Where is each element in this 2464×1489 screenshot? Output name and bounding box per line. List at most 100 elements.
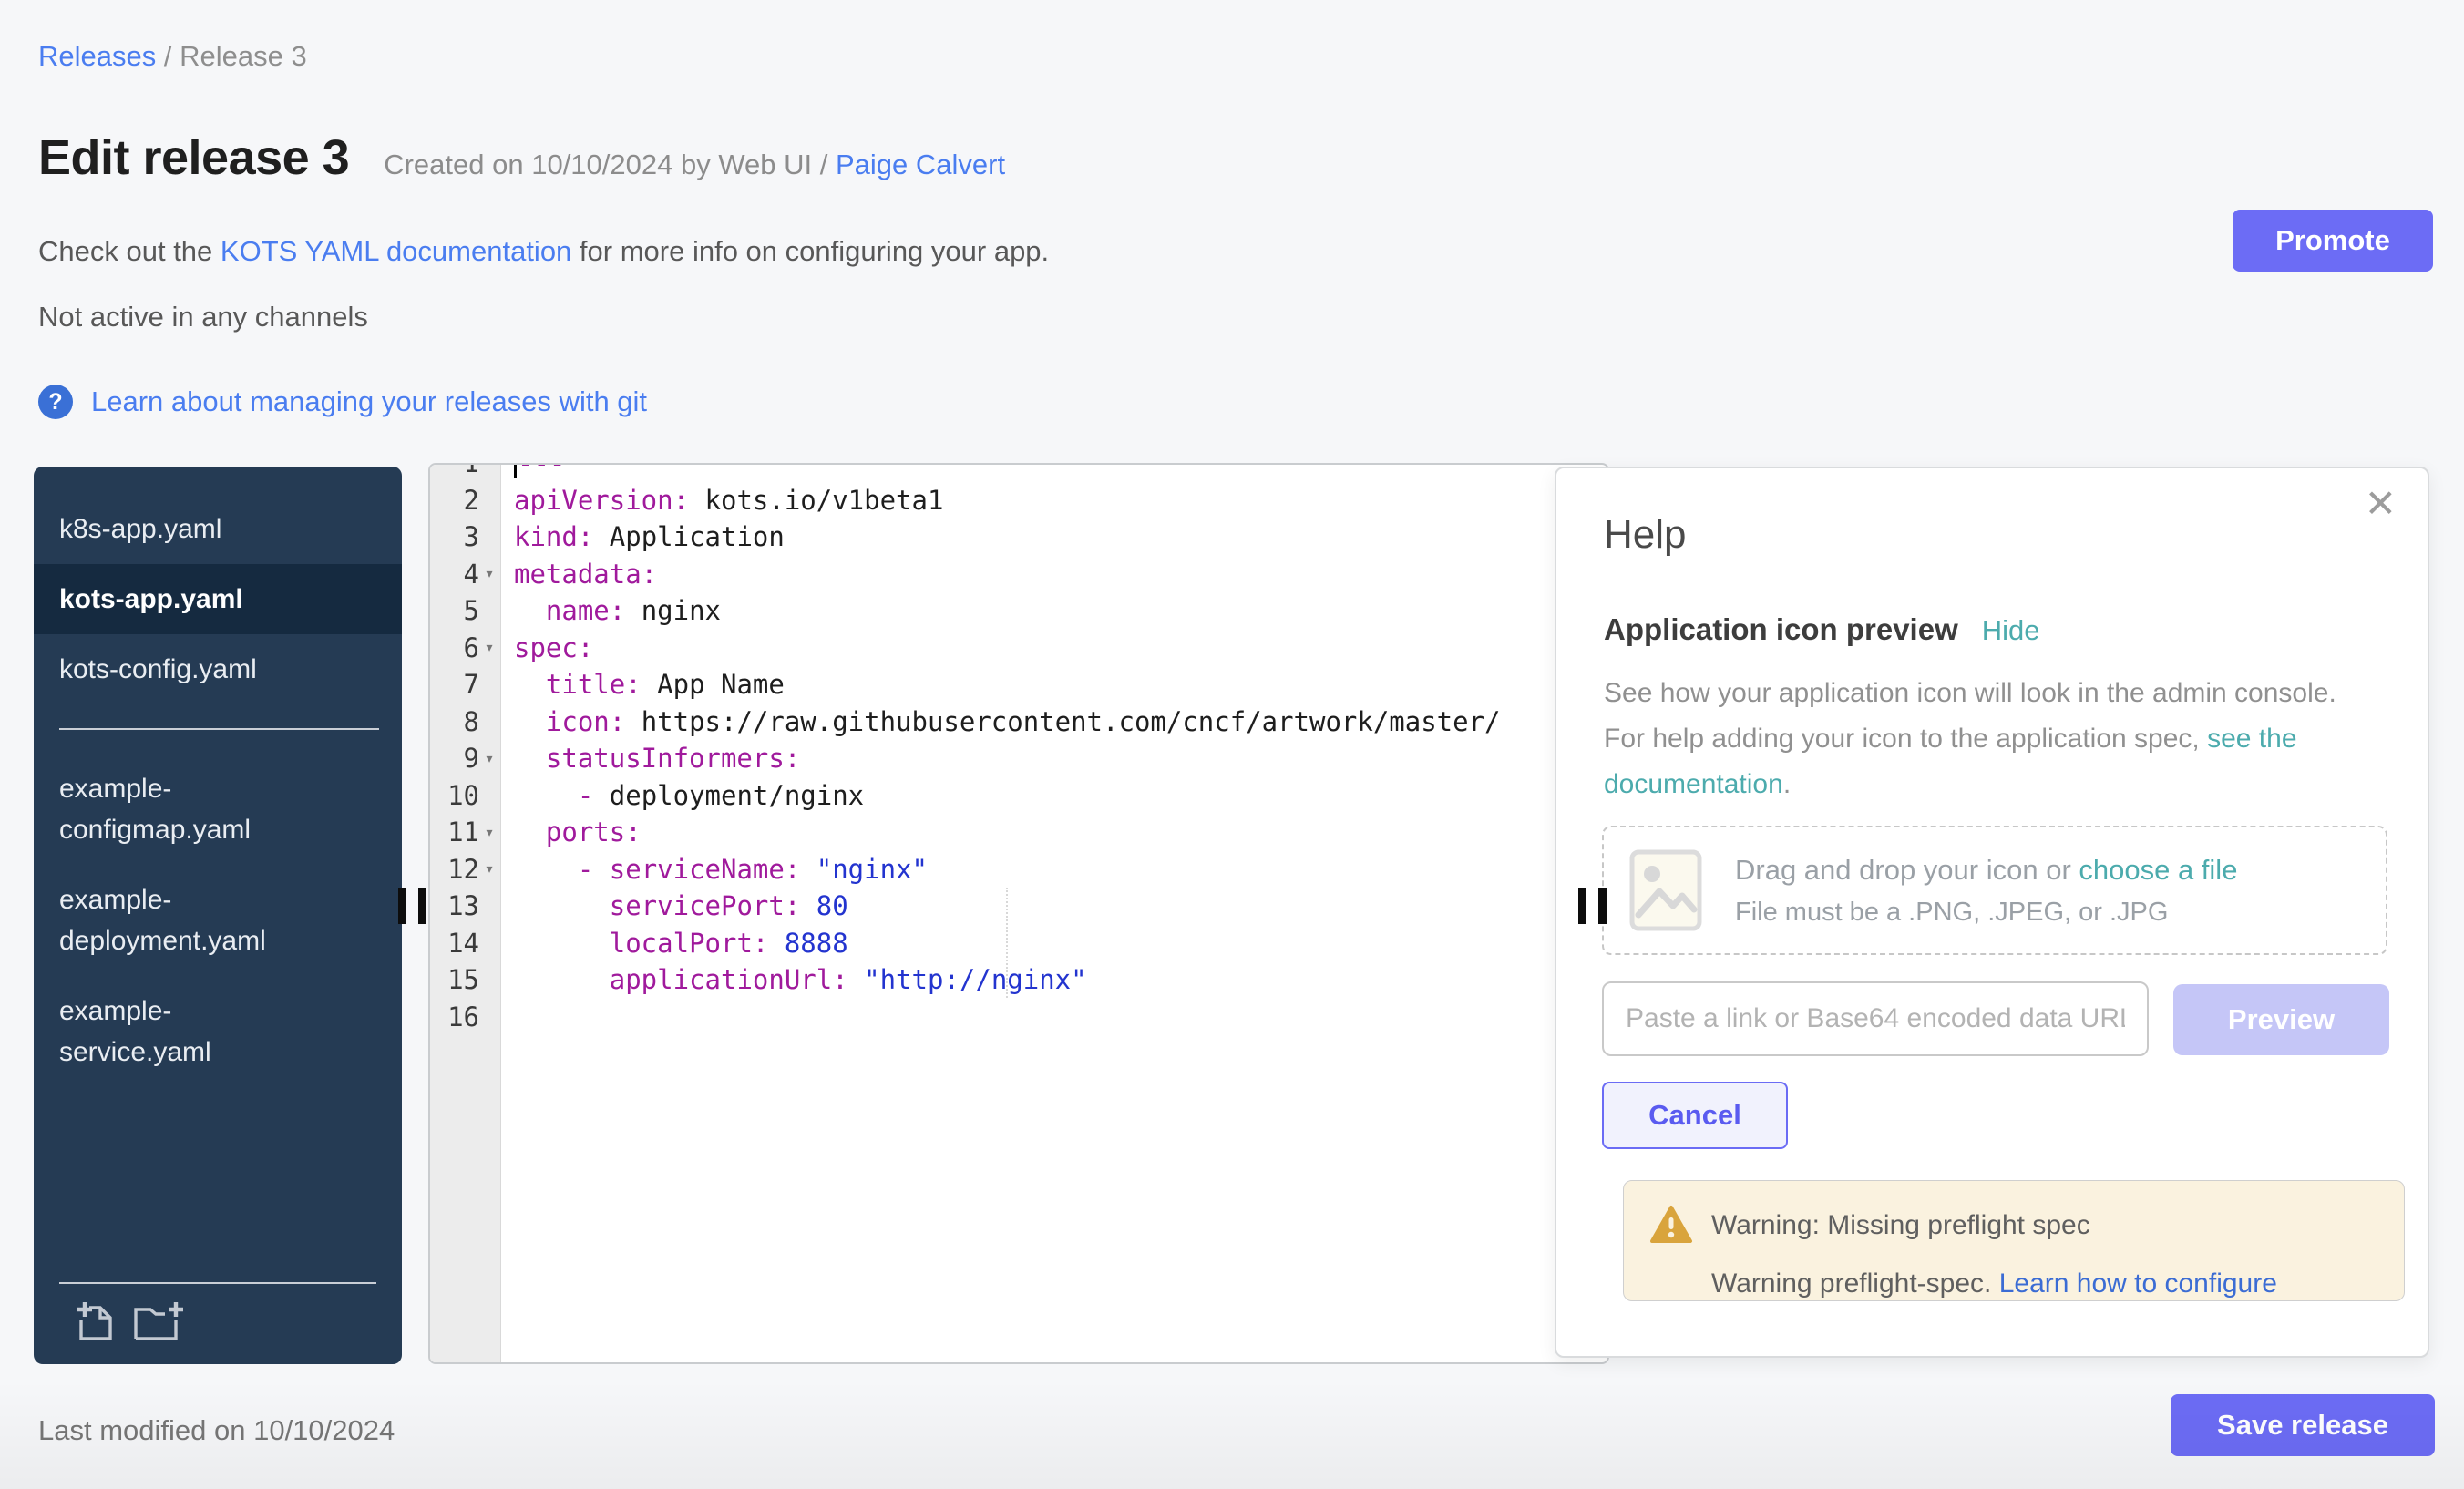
git-help-row: ? Learn about managing your releases wit… [38,385,647,419]
file-list-examples: example- configmap.yamlexample- deployme… [34,754,402,1087]
fold-arrow-icon[interactable]: ▾ [479,638,499,657]
code-line[interactable]: 3▾kind: Application [430,519,1607,556]
resize-bar [1598,888,1607,924]
icon-dropzone[interactable]: Drag and drop your icon or choose a file… [1602,826,2387,955]
fold-arrow-icon[interactable]: ▾ [479,859,499,878]
line-number: 6▾ [430,632,501,663]
question-icon: ? [38,385,73,419]
code-line[interactable]: 9▾ statusInformers: [430,740,1607,777]
sidebar-file-example-configmap-yaml[interactable]: example- configmap.yaml [34,754,402,865]
line-number: 9▾ [430,743,501,774]
channel-status: Not active in any channels [38,301,368,334]
learn-configure-link[interactable]: Learn how to configure [1999,1268,2277,1299]
fold-arrow-icon[interactable]: ▾ [479,564,499,583]
created-meta: Created on 10/10/2024 by Web UI / Paige … [384,149,1005,181]
warning-detail-text: Warning preflight-spec. [1711,1268,1999,1299]
preview-button[interactable]: Preview [2173,984,2389,1055]
description-period: . [1783,769,1791,799]
choose-file-link[interactable]: choose a file [2079,854,2237,886]
code-line[interactable]: 16▾ [430,999,1607,1036]
sidebar-file-kots-config-yaml[interactable]: kots-config.yaml [34,634,402,704]
file-tree-sidebar: k8s-app.yamlkots-app.yamlkots-config.yam… [34,467,402,1364]
title-row: Edit release 3 Created on 10/10/2024 by … [38,129,1005,186]
code-line[interactable]: 13▾ servicePort: 80 [430,888,1607,925]
pane-resize-handle-left[interactable] [398,888,426,924]
preflight-warning: Warning: Missing preflight spec Warning … [1623,1180,2405,1301]
code-line-text: ports: [501,816,642,847]
line-number: 15▾ [430,964,501,995]
code-line-text: metadata: [501,559,657,590]
save-release-button[interactable]: Save release [2171,1394,2435,1456]
kots-yaml-doc-link[interactable]: KOTS YAML documentation [221,235,571,267]
fold-arrow-icon[interactable]: ▾ [479,749,499,768]
sidebar-file-example-service-yaml[interactable]: example-service.yaml [34,976,402,1087]
code-line-text: title: App Name [501,669,785,700]
line-number: 13▾ [430,890,501,921]
breadcrumb-current: Release 3 [180,40,307,72]
hide-link[interactable]: Hide [1982,614,2040,647]
line-number: 8▾ [430,706,501,737]
line-number: 7▾ [430,669,501,700]
breadcrumb-releases-link[interactable]: Releases [38,40,156,72]
line-number: 2▾ [430,485,501,516]
close-icon[interactable]: ✕ [2365,481,2397,526]
git-releases-link[interactable]: Learn about managing your releases with … [91,385,647,418]
help-panel-title: Help [1604,512,1687,558]
code-line-text: icon: https://raw.githubusercontent.com/… [501,706,1501,737]
sidebar-file-example-deployment-yaml[interactable]: example- deployment.yaml [34,865,402,976]
code-line[interactable]: 6▾spec: [430,630,1607,667]
line-number: 14▾ [430,928,501,959]
file-list-divider [59,728,379,730]
line-number: 12▾ [430,854,501,885]
sidebar-file-kots-app-yaml[interactable]: kots-app.yaml [34,564,402,634]
line-number: 3▾ [430,521,501,552]
dropzone-filetypes: File must be a .PNG, .JPEG, or .JPG [1735,898,2237,928]
resize-bar [398,888,406,924]
code-line-text: servicePort: 80 [501,890,848,921]
code-line[interactable]: 7▾ title: App Name [430,666,1607,703]
doc-prefix: Check out the [38,235,221,267]
pane-resize-handle-right[interactable] [1578,888,1607,924]
yaml-editor[interactable]: 1▾---2▾apiVersion: kots.io/v1beta13▾kind… [428,463,1609,1364]
breadcrumb: Releases / Release 3 [38,40,307,73]
code-line-text: spec: [501,632,593,663]
code-line-text: statusInformers: [501,743,800,774]
icon-url-input[interactable] [1602,981,2149,1056]
sidebar-file-k8s-app-yaml[interactable]: k8s-app.yaml [34,494,402,564]
last-modified-text: Last modified on 10/10/2024 [38,1414,395,1447]
dropzone-label: Drag and drop your icon or choose a file [1735,854,2237,887]
code-line-text: kind: Application [501,521,785,552]
code-line[interactable]: 2▾apiVersion: kots.io/v1beta1 [430,482,1607,519]
doc-suffix: for more info on configuring your app. [571,235,1049,267]
doc-line: Check out the KOTS YAML documentation fo… [38,235,1049,268]
code-line[interactable]: 1▾--- [430,463,1607,482]
code-line[interactable]: 10▾ - deployment/nginx [430,777,1607,815]
line-number: 11▾ [430,816,501,847]
code-line[interactable]: 14▾ localPort: 8888 [430,925,1607,962]
code-line[interactable]: 12▾ - serviceName: "nginx" [430,851,1607,888]
code-line[interactable]: 15▾ applicationUrl: "http://nginx" [430,961,1607,999]
code-line[interactable]: 8▾ icon: https://raw.githubusercontent.c… [430,703,1607,741]
promote-button[interactable]: Promote [2233,210,2433,272]
text-cursor [514,463,517,478]
resize-bar [1578,888,1586,924]
image-placeholder-icon [1629,849,1702,931]
code-line[interactable]: 11▾ ports: [430,814,1607,851]
warning-detail: Warning preflight-spec. Learn how to con… [1711,1268,2277,1299]
help-panel: ✕ Help Application icon preview Hide See… [1555,467,2429,1358]
line-number: 1▾ [430,463,501,478]
new-file-icon[interactable] [74,1299,116,1342]
fold-arrow-icon[interactable]: ▾ [479,823,499,842]
code-line-text: - deployment/nginx [501,780,864,811]
code-line[interactable]: 5▾ name: nginx [430,592,1607,630]
warning-icon [1649,1205,1693,1245]
code-line[interactable]: 4▾metadata: [430,556,1607,593]
sidebar-actions [59,1282,376,1350]
new-folder-icon[interactable] [132,1299,187,1342]
line-number: 16▾ [430,1001,501,1032]
author-link[interactable]: Paige Calvert [836,149,1005,180]
code-line-text: --- [501,463,565,478]
cancel-button[interactable]: Cancel [1602,1082,1788,1149]
code-line-text: - serviceName: "nginx" [501,854,928,885]
dropzone-text: Drag and drop your icon or [1735,854,2079,886]
